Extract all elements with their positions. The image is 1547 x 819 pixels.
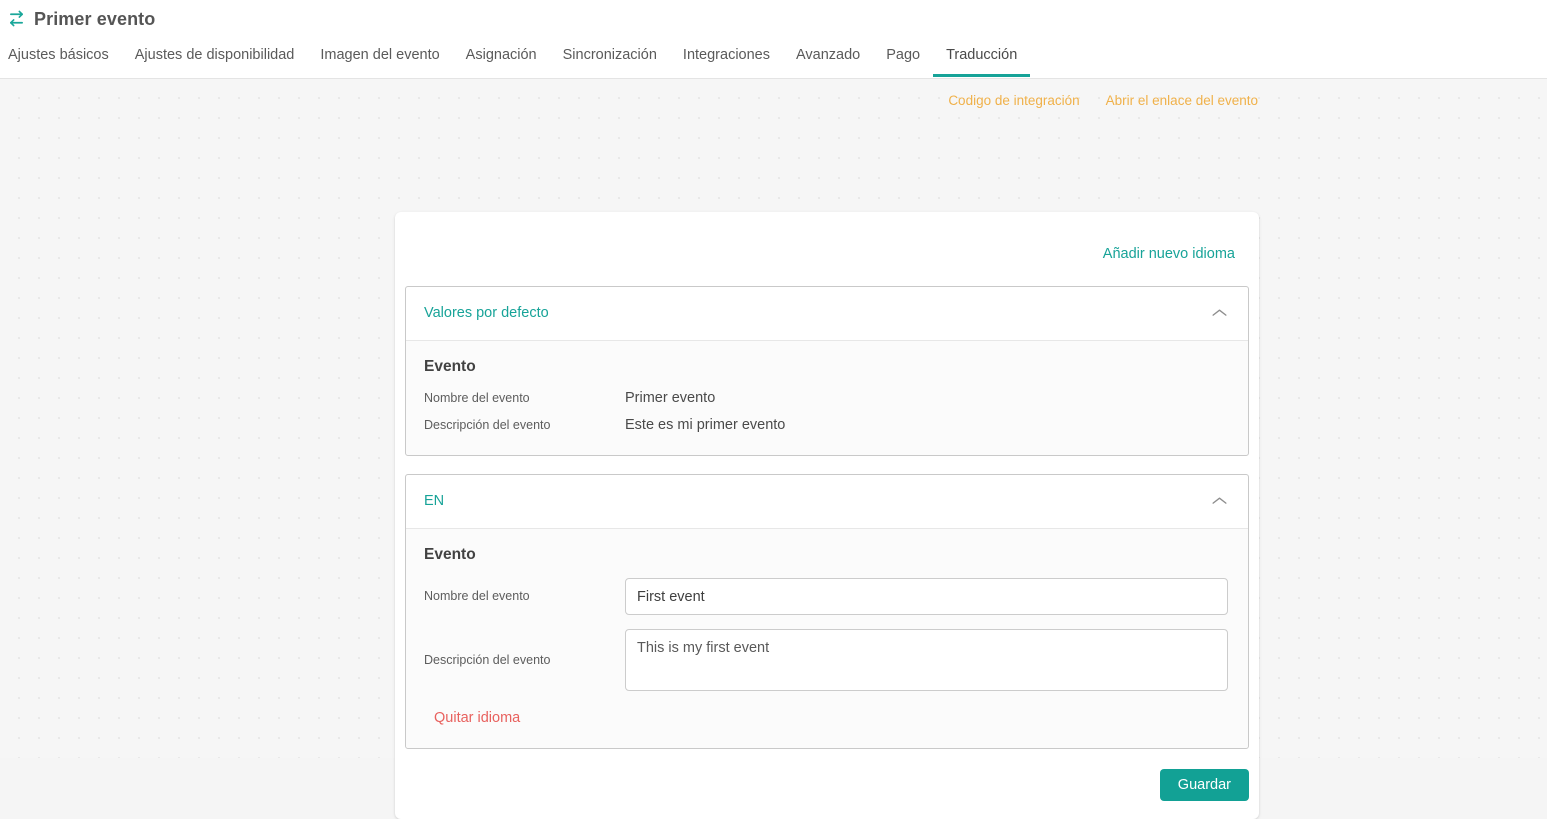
tab-sincronizacion[interactable]: Sincronización [550,47,670,78]
tab-ajustes-basicos[interactable]: Ajustes básicos [8,47,122,78]
remove-language-link[interactable]: Quitar idioma [434,711,520,726]
event-description-label: Descripción del evento [424,652,551,667]
tab-pago[interactable]: Pago [873,47,933,78]
add-language-row: Añadir nuevo idioma [405,224,1249,286]
default-event-description-row: Descripción del evento Este es mi primer… [424,417,1228,434]
default-event-description-label: Descripción del evento [424,418,551,433]
language-section-title: Evento [424,545,476,563]
page-title-row: Primer evento [0,0,1547,32]
chevron-up-icon[interactable] [1211,308,1228,318]
save-button[interactable]: Guardar [1159,768,1249,801]
default-section-title: Evento [424,357,476,375]
language-panel-en-header[interactable]: EN [406,474,1248,528]
default-event-description-value: Este es mi primer evento [625,417,786,434]
language-panel-en-body: Evento Nombre del evento Descripción del… [406,527,1248,748]
content-canvas: Codigo de integración Abrir el enlace de… [0,79,1547,819]
tab-asignacion[interactable]: Asignación [453,47,550,78]
event-name-label: Nombre del evento [424,589,530,604]
default-values-panel: Valores por defecto Evento Nombre del ev… [405,285,1249,456]
app-header: Primer evento Ajustes básicos Ajustes de… [0,0,1547,79]
event-description-row: Descripción del evento This is my first … [424,629,1228,692]
tab-imagen-evento[interactable]: Imagen del evento [307,47,452,78]
language-panel-en-title: EN [424,493,445,510]
language-panel-en: EN Evento Nombre del evento Descripción … [405,473,1249,749]
integration-code-link[interactable]: Codigo de integración [948,94,1079,108]
tab-traduccion[interactable]: Traducción [933,47,1031,77]
add-language-link[interactable]: Añadir nuevo idioma [1103,247,1235,262]
default-values-panel-header[interactable]: Valores por defecto [406,286,1248,340]
open-event-link[interactable]: Abrir el enlace del evento [1106,94,1258,108]
default-values-panel-body: Evento Nombre del evento Primer evento D… [406,339,1248,455]
translation-card: Añadir nuevo idioma Valores por defecto … [395,212,1259,819]
default-event-name-value: Primer evento [625,390,716,406]
event-name-input[interactable] [625,578,1228,616]
event-name-row: Nombre del evento [424,578,1228,616]
tab-integraciones[interactable]: Integraciones [670,47,783,78]
default-event-name-label: Nombre del evento [424,391,530,405]
default-values-panel-title: Valores por defecto [424,304,549,321]
tab-avanzado[interactable]: Avanzado [783,47,873,78]
swap-icon [10,10,23,27]
page-title: Primer evento [34,8,156,29]
event-description-textarea[interactable]: This is my first event [625,629,1228,692]
top-action-links: Codigo de integración Abrir el enlace de… [0,79,1547,108]
remove-language-row: Quitar idioma [424,697,1228,728]
tab-ajustes-disponibilidad[interactable]: Ajustes de disponibilidad [122,47,308,78]
save-row: Guardar [405,767,1249,807]
chevron-up-icon[interactable] [1211,496,1228,506]
default-event-name-row: Nombre del evento Primer evento [424,390,1228,407]
tab-bar: Ajustes básicos Ajustes de disponibilida… [0,32,1547,78]
